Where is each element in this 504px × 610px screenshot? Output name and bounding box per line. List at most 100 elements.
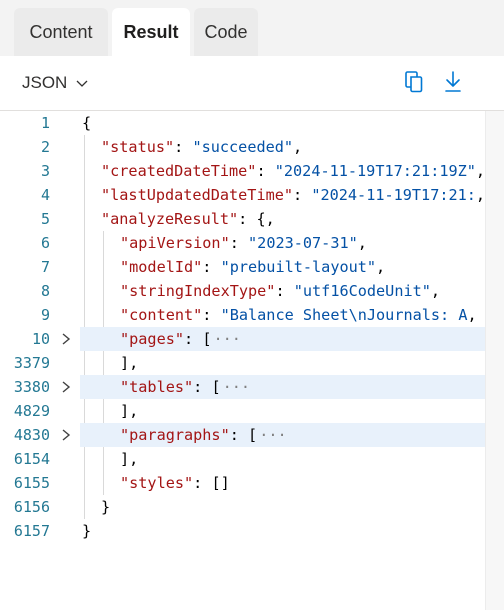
json-key: "lastUpdatedDateTime": [101, 186, 294, 204]
code-text: }: [82, 519, 91, 543]
collapsed-ellipsis[interactable]: ···: [213, 330, 240, 348]
code-line[interactable]: 6156}: [0, 495, 485, 519]
code-line[interactable]: 3 "createdDateTime": "2024-11-19T17:21:19…: [0, 159, 485, 183]
line-number: 4830: [13, 426, 50, 444]
comma: ,: [475, 186, 485, 204]
code-text: "styles": []: [120, 471, 230, 495]
json-key: "styles": [120, 474, 194, 492]
colon: :: [174, 138, 193, 156]
code-line[interactable]: 4830 "paragraphs": [···: [0, 423, 485, 447]
code-text: "paragraphs": [···: [120, 423, 287, 447]
chevron-right-icon[interactable]: [60, 428, 72, 442]
code-line[interactable]: 4829],: [0, 399, 485, 423]
comma: ,: [467, 306, 477, 324]
comma: ,: [376, 258, 386, 276]
code-line[interactable]: 9 "content": "Balance Sheet\nJournals: A,: [0, 303, 485, 327]
colon: :: [229, 426, 249, 444]
code-line[interactable]: 1{: [0, 111, 485, 135]
json-value: "utf16CodeUnit": [293, 282, 431, 300]
line-highlight: [80, 447, 485, 471]
line-highlight: [80, 351, 485, 375]
json-value: [: [248, 426, 258, 444]
code-text: "apiVersion": "2023-07-31",: [120, 231, 367, 255]
json-key: "tables": [120, 378, 194, 396]
code-text: "lastUpdatedDateTime": "2024-11-19T17:21…: [101, 183, 485, 207]
json-value: []: [211, 474, 230, 492]
code-line[interactable]: 6155 "styles": []: [0, 471, 485, 495]
comma: ,: [475, 162, 485, 180]
json-key: "modelId": [120, 258, 203, 276]
code-text: "status": "succeeded",: [101, 135, 302, 159]
json-value: [: [211, 378, 221, 396]
colon: :: [275, 282, 294, 300]
comma: ,: [265, 210, 275, 228]
code-line[interactable]: 2 "status": "succeeded",: [0, 135, 485, 159]
chevron-right-icon[interactable]: [60, 332, 72, 346]
format-dropdown[interactable]: JSON: [22, 70, 89, 96]
code-text: "modelId": "prebuilt-layout",: [120, 255, 385, 279]
code-line[interactable]: 6154],: [0, 447, 485, 471]
line-highlight: [80, 399, 485, 423]
colon: :: [184, 330, 203, 348]
code-line[interactable]: 7 "modelId": "prebuilt-layout",: [0, 255, 485, 279]
tab-code[interactable]: Code: [194, 8, 258, 56]
line-number: 7: [40, 258, 50, 276]
colon: :: [238, 210, 257, 228]
colon: :: [202, 306, 221, 324]
json-key: "createdDateTime": [101, 162, 257, 180]
tab-content[interactable]: Content: [14, 8, 108, 56]
chevron-right-icon[interactable]: [60, 380, 72, 394]
comma: ,: [357, 234, 367, 252]
json-key: "paragraphs": [120, 426, 230, 444]
code-text: ],: [120, 399, 138, 423]
format-label: JSON: [22, 73, 68, 92]
line-number: 1: [40, 114, 50, 132]
code-line[interactable]: 8 "stringIndexType": "utf16CodeUnit",: [0, 279, 485, 303]
json-editor[interactable]: 1{2 "status": "succeeded", 3 "createdDateTi…: [0, 111, 485, 610]
json-value: "Balance Sheet\nJournals: A: [220, 306, 468, 324]
code-line[interactable]: 6 "apiVersion": "2023-07-31",: [0, 231, 485, 255]
json-value: ],: [120, 450, 139, 468]
json-value: "2024-11-19T17:21:: [311, 186, 476, 204]
code-line[interactable]: 3379],: [0, 351, 485, 375]
code-text: ],: [120, 351, 138, 375]
code-line[interactable]: 4 "lastUpdatedDateTime": "2024-11-19T17:2…: [0, 183, 485, 207]
json-value: [: [202, 330, 212, 348]
colon: :: [193, 474, 212, 492]
tab-result[interactable]: Result: [112, 8, 190, 56]
colon: :: [202, 258, 221, 276]
code-text: "stringIndexType": "utf16CodeUnit",: [120, 279, 440, 303]
json-key: "content": [120, 306, 203, 324]
line-highlight: [80, 111, 485, 135]
colon: :: [229, 234, 249, 252]
json-key: "stringIndexType": [120, 282, 276, 300]
line-number: 4: [40, 186, 50, 204]
vertical-scrollbar[interactable]: [485, 111, 504, 610]
line-highlight: [80, 495, 485, 519]
code-text: "createdDateTime": "2024-11-19T17:21:19Z…: [101, 159, 485, 183]
line-number: 8: [40, 282, 50, 300]
line-number: 4829: [13, 402, 50, 420]
comma: ,: [293, 138, 303, 156]
code-line[interactable]: 6157}: [0, 519, 485, 543]
json-value: "succeeded": [192, 138, 294, 156]
code-text: }: [101, 495, 110, 519]
code-line[interactable]: 10 "pages": [···: [0, 327, 485, 351]
download-icon[interactable]: [439, 68, 467, 96]
line-number: 6155: [13, 474, 50, 492]
line-number: 9: [40, 306, 50, 324]
collapsed-ellipsis[interactable]: ···: [259, 426, 286, 444]
code-text: "content": "Balance Sheet\nJournals: A,: [120, 303, 477, 327]
copy-icon[interactable]: [401, 68, 429, 96]
json-key: "pages": [120, 330, 185, 348]
code-line[interactable]: 3380 "tables": [···: [0, 375, 485, 399]
json-key: "apiVersion": [120, 234, 230, 252]
code-text: "pages": [···: [120, 327, 241, 351]
json-value: ],: [120, 402, 139, 420]
tab-bar: Content Result Code: [0, 0, 504, 56]
result-toolbar: JSON: [0, 56, 504, 111]
colon: :: [293, 186, 312, 204]
comma: ,: [430, 282, 441, 300]
collapsed-ellipsis[interactable]: ···: [223, 378, 250, 396]
code-line[interactable]: 5 "analyzeResult": {,: [0, 207, 485, 231]
